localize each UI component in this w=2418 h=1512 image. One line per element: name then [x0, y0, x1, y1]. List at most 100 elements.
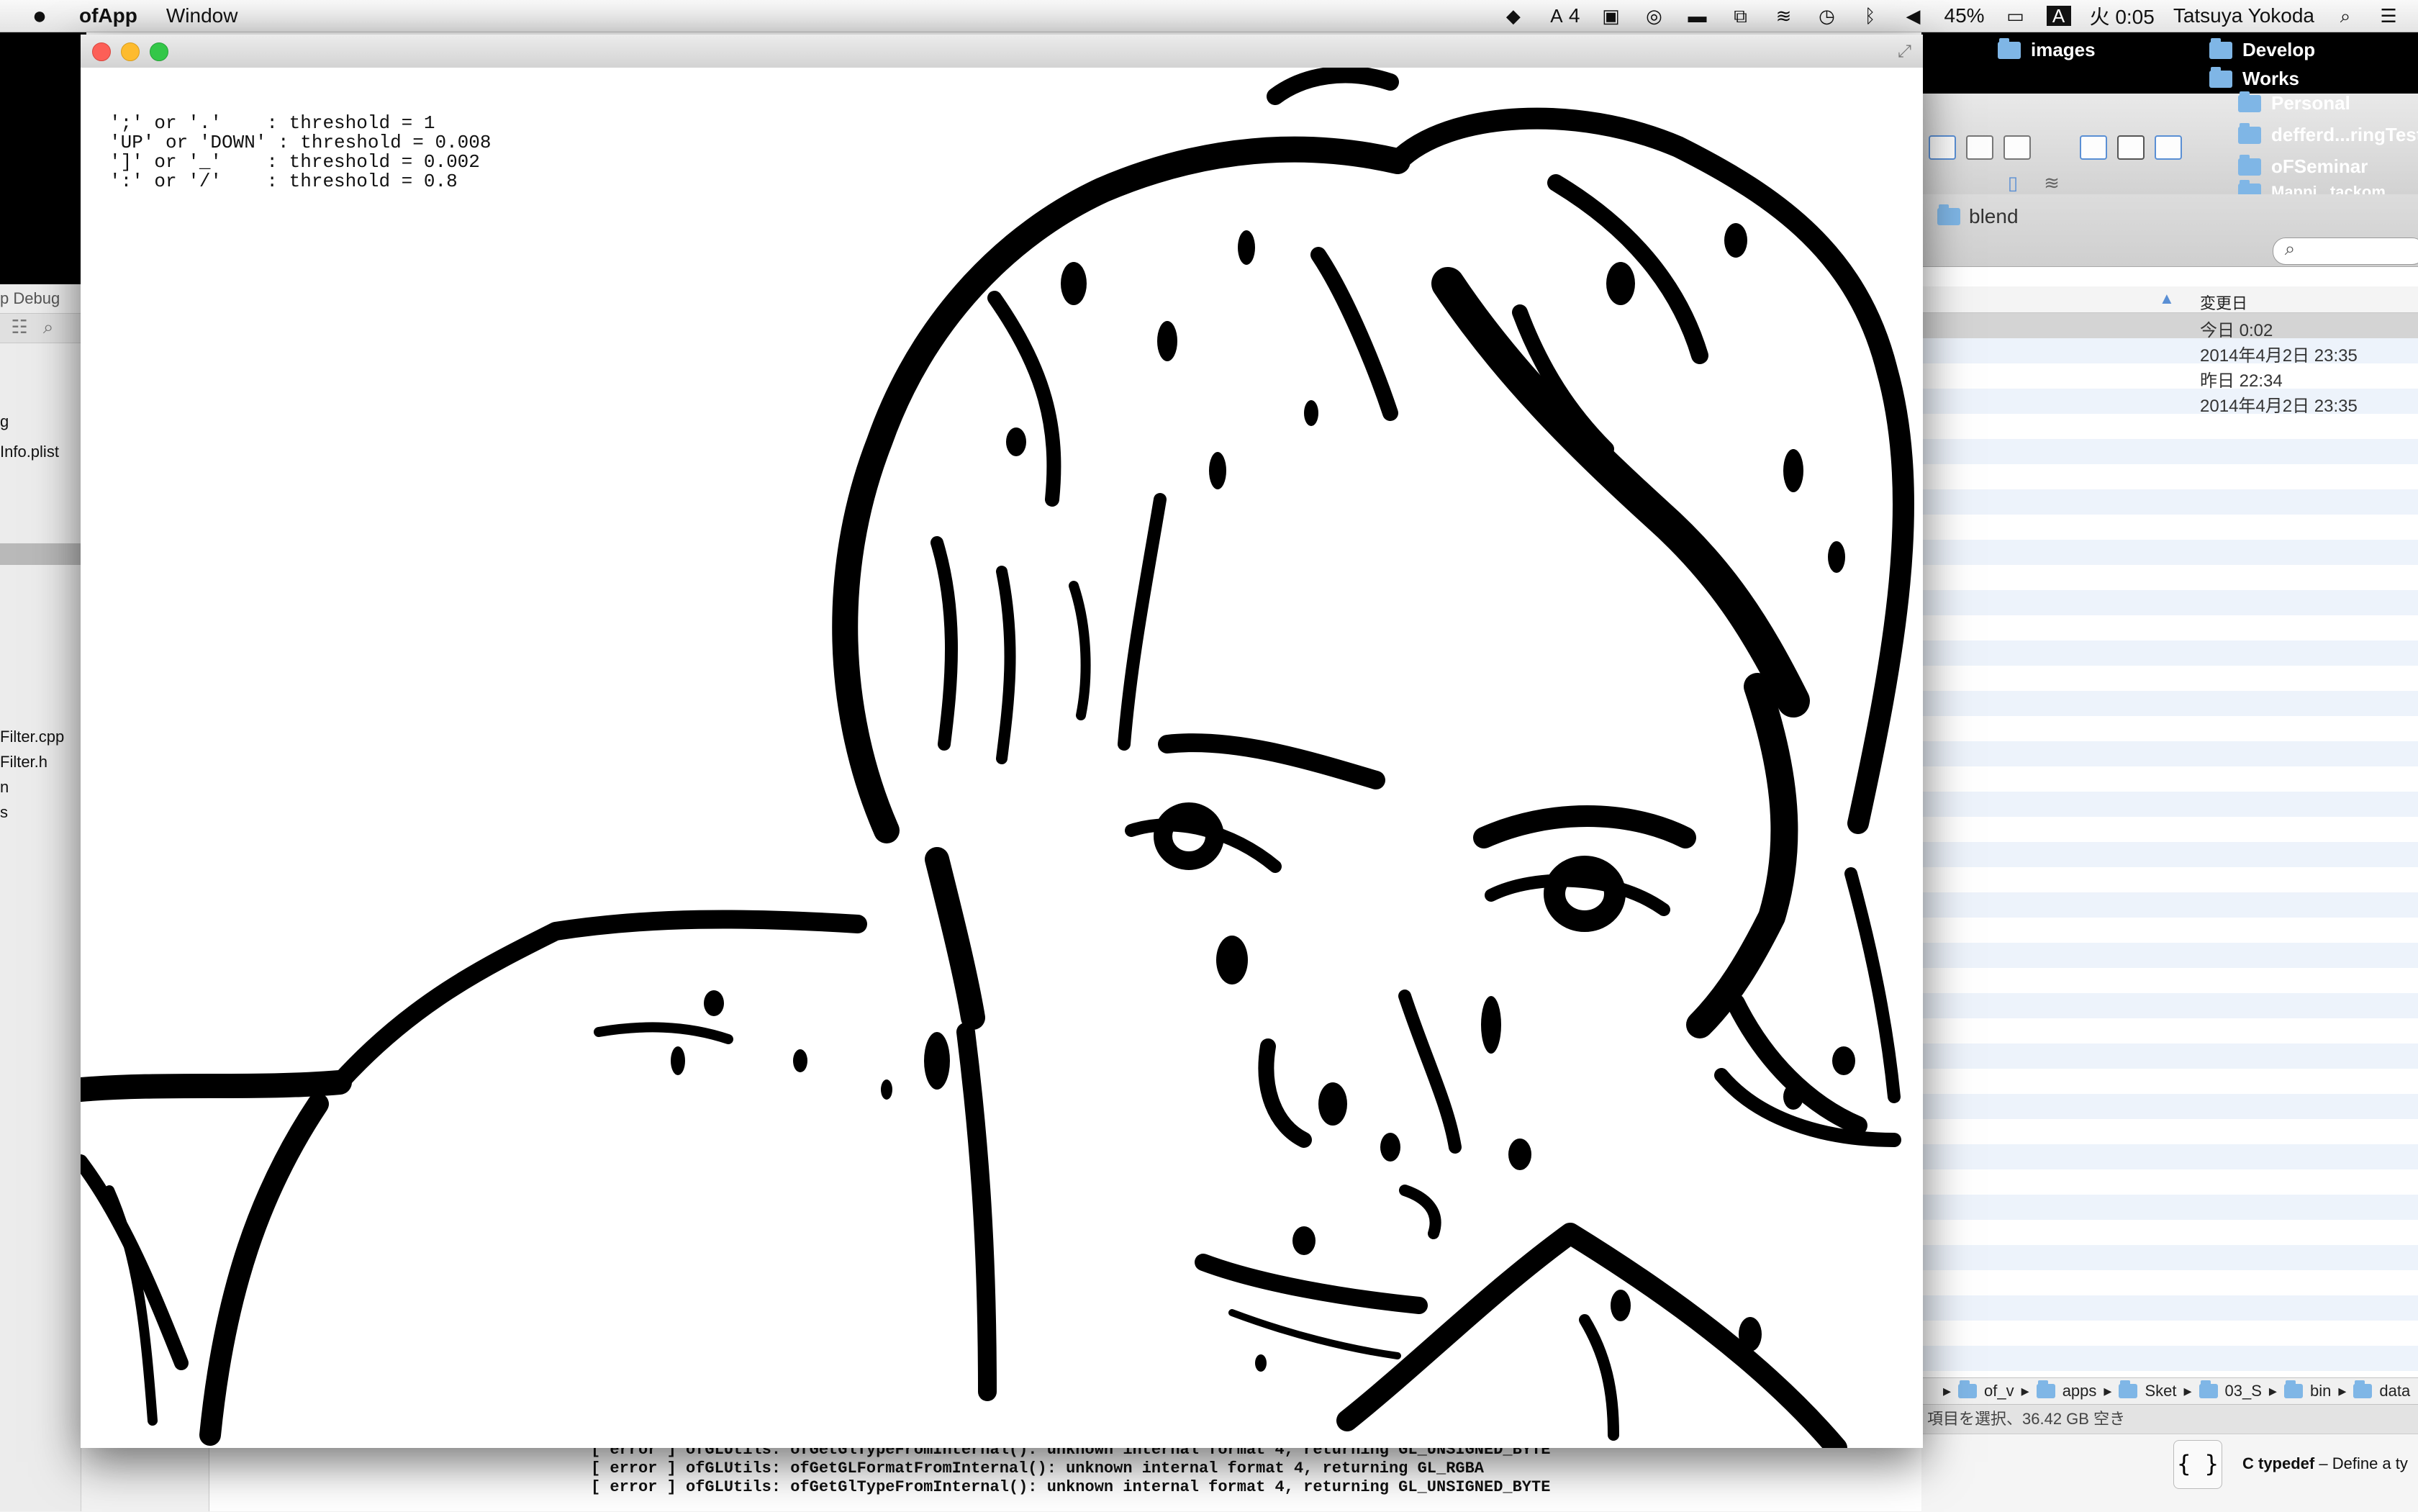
column-header-date[interactable]: 変更日: [2200, 291, 2247, 314]
adobe-status[interactable]: A4: [1544, 4, 1580, 27]
right-panel-toggle-icon[interactable]: [2155, 135, 2182, 160]
time-machine-icon[interactable]: ◷: [1815, 6, 1839, 26]
path-separator-icon: ▸: [1943, 1382, 1952, 1400]
console-line: [ error ] ofGLUtils: ofGetGLFormatFromIn…: [591, 1459, 1485, 1477]
zoom-button[interactable]: [150, 42, 168, 61]
list-item[interactable]: 今日 0:02: [1921, 313, 2418, 340]
hierarchy-icon[interactable]: ☷: [7, 317, 32, 337]
folder-icon: [2238, 122, 2261, 144]
file-item[interactable]: n: [0, 778, 9, 797]
minimize-button[interactable]: [121, 42, 140, 61]
desktop-folder-works[interactable]: Works: [2209, 66, 2299, 90]
desktop-folder-develop[interactable]: Develop: [2209, 37, 2316, 61]
quick-help-icon[interactable]: ≋: [2039, 173, 2064, 193]
clock[interactable]: 火 0:05: [2090, 1, 2155, 30]
file-item[interactable]: g: [0, 412, 9, 431]
left-panel-toggle-icon[interactable]: [2080, 135, 2107, 160]
menu-app-name[interactable]: ofApp: [79, 4, 137, 27]
folder-icon: [2036, 1380, 2055, 1398]
search-icon[interactable]: ⌕: [36, 317, 60, 337]
list-view-icon[interactable]: [1929, 135, 1956, 160]
truck-icon[interactable]: ▣: [1599, 6, 1624, 26]
debug-console[interactable]: [ error ] ofGLUtils: ofGetGlTypeFromInte…: [209, 1439, 1922, 1511]
spotlight-icon[interactable]: ⌕: [2333, 6, 2358, 26]
path-item[interactable]: apps: [2062, 1382, 2097, 1400]
user-name[interactable]: Tatsuya Yokoda: [2173, 4, 2314, 27]
help-line: 'UP' or 'DOWN' : threshold = 0.008: [109, 132, 492, 153]
search-field[interactable]: ⌕: [2273, 237, 2418, 265]
quick-help-text[interactable]: C typedef – Define a ty: [2242, 1454, 2408, 1473]
battery-percent[interactable]: 45%: [1944, 4, 1985, 27]
keyboard-help-overlay: ';' or '.' : threshold = 1 'UP' or 'DOWN'…: [109, 114, 492, 191]
column-header: ▲ 変更日: [1921, 286, 2418, 313]
finder-window: ▯ ≋ Personal defferd...ringTest oFSemina…: [1921, 91, 2418, 1512]
folder-icon: [1998, 37, 2021, 59]
dropbox-icon[interactable]: ◆: [1501, 6, 1526, 26]
desktop-background-left: [0, 32, 86, 284]
xcode-window-fragment: p Debug ☷ ⌕ g Info.plist Filter.cpp Filt…: [0, 284, 81, 1511]
ofapp-window: ⤢ ';' or '.': threshold = 1 'UP' or 'DO…: [81, 35, 1923, 1448]
file-item-info-plist[interactable]: Info.plist: [0, 443, 59, 461]
window-title: blend: [1937, 204, 2019, 228]
modified-date: 昨日 22:34: [2200, 371, 2283, 391]
file-item-filter-h[interactable]: Filter.h: [0, 753, 47, 771]
bluetooth-icon[interactable]: ᛒ: [1858, 6, 1883, 26]
path-separator-icon: ▸: [2268, 1382, 2277, 1400]
file-item[interactable]: s: [0, 803, 8, 822]
window-titlebar[interactable]: ⤢: [81, 35, 1923, 68]
scheme-selector[interactable]: p Debug: [0, 284, 81, 314]
minus-icon[interactable]: ▬: [1685, 6, 1710, 26]
finder-titlebar: blend ⌕: [1921, 194, 2418, 267]
close-button[interactable]: [92, 42, 111, 61]
path-separator-icon: ▸: [2338, 1382, 2347, 1400]
menu-extras: ◆ A4 ▣ ◎ ▬ ⧉ ≋ ◷ ᛒ ◀ 45% ▭ A 火 0:05 Tats…: [1501, 1, 2418, 30]
volume-icon[interactable]: ◀: [1901, 6, 1926, 26]
sidebar-item-ofseminar[interactable]: oFSeminar: [2238, 154, 2368, 178]
path-item[interactable]: bin: [2310, 1382, 2331, 1400]
path-separator-icon: ▸: [2021, 1382, 2029, 1400]
desktop-item-label: Personal: [2271, 92, 2350, 114]
column-view-icon[interactable]: [1966, 135, 1993, 160]
sidebar-item-personal[interactable]: Personal: [2238, 91, 2350, 114]
path-item[interactable]: Sket: [2145, 1382, 2176, 1400]
path-item[interactable]: data: [2379, 1382, 2410, 1400]
folder-icon: [2209, 66, 2232, 88]
coverflow-view-icon[interactable]: [2003, 135, 2031, 160]
adobe-icon: A: [1550, 5, 1563, 27]
path-item[interactable]: 03_S: [2225, 1382, 2262, 1400]
input-method-icon[interactable]: A: [2046, 6, 2071, 26]
file-inspector-icon[interactable]: ▯: [2001, 173, 2025, 193]
display-icon[interactable]: ⧉: [1729, 6, 1753, 26]
fullscreen-icon[interactable]: ⤢: [1898, 42, 1911, 62]
wifi-icon[interactable]: ≋: [1772, 6, 1796, 26]
desktop-item-label: images: [2031, 39, 2096, 60]
battery-icon[interactable]: ▭: [2003, 6, 2028, 26]
apple-menu-icon[interactable]: ●: [0, 2, 79, 30]
list-item[interactable]: 2014年4月2日 23:35: [1921, 338, 2418, 366]
notification-center-icon[interactable]: ☰: [2376, 6, 2401, 26]
braces-icon: { }: [2173, 1440, 2222, 1489]
help-line: ']' or '_' : threshold = 0.002: [109, 151, 480, 173]
render-canvas[interactable]: ';' or '.' : threshold = 1 'UP' or 'DOWN'…: [81, 68, 1923, 1448]
console-line: [ error ] ofGLUtils: ofGetGlTypeFromInte…: [591, 1478, 1551, 1496]
sort-arrow-icon[interactable]: ▲: [2159, 289, 2175, 308]
path-item[interactable]: of_v: [1984, 1382, 2014, 1400]
folder-icon: [1958, 1380, 1978, 1398]
status-bar: 項目を選択、36.42 GB 空き: [1921, 1405, 2418, 1434]
help-line: ':' or '/' : threshold = 0.8: [109, 171, 458, 192]
list-item[interactable]: 昨日 22:34: [1921, 363, 2418, 391]
desktop-item-label: Develop: [2242, 39, 2316, 60]
menu-window[interactable]: Window: [166, 4, 238, 27]
desktop-item-label: oFSeminar: [2271, 155, 2368, 177]
sync-icon[interactable]: ◎: [1642, 6, 1667, 26]
path-separator-icon: ▸: [2183, 1382, 2192, 1400]
desktop-folder-images[interactable]: images: [1998, 37, 2096, 61]
folder-icon: [2283, 1380, 2303, 1398]
file-list: 今日 0:02 2014年4月2日 23:35 昨日 22:34 2014年4月…: [1921, 313, 2418, 1473]
bottom-panel-toggle-icon[interactable]: [2117, 135, 2145, 160]
file-item-filter-cpp[interactable]: Filter.cpp: [0, 728, 64, 746]
sidebar-item-defferd[interactable]: defferd...ringTest: [2238, 122, 2418, 146]
list-item[interactable]: 2014年4月2日 23:35: [1921, 389, 2418, 416]
adobe-badge: 4: [1568, 4, 1580, 27]
folder-icon: [2238, 91, 2261, 112]
